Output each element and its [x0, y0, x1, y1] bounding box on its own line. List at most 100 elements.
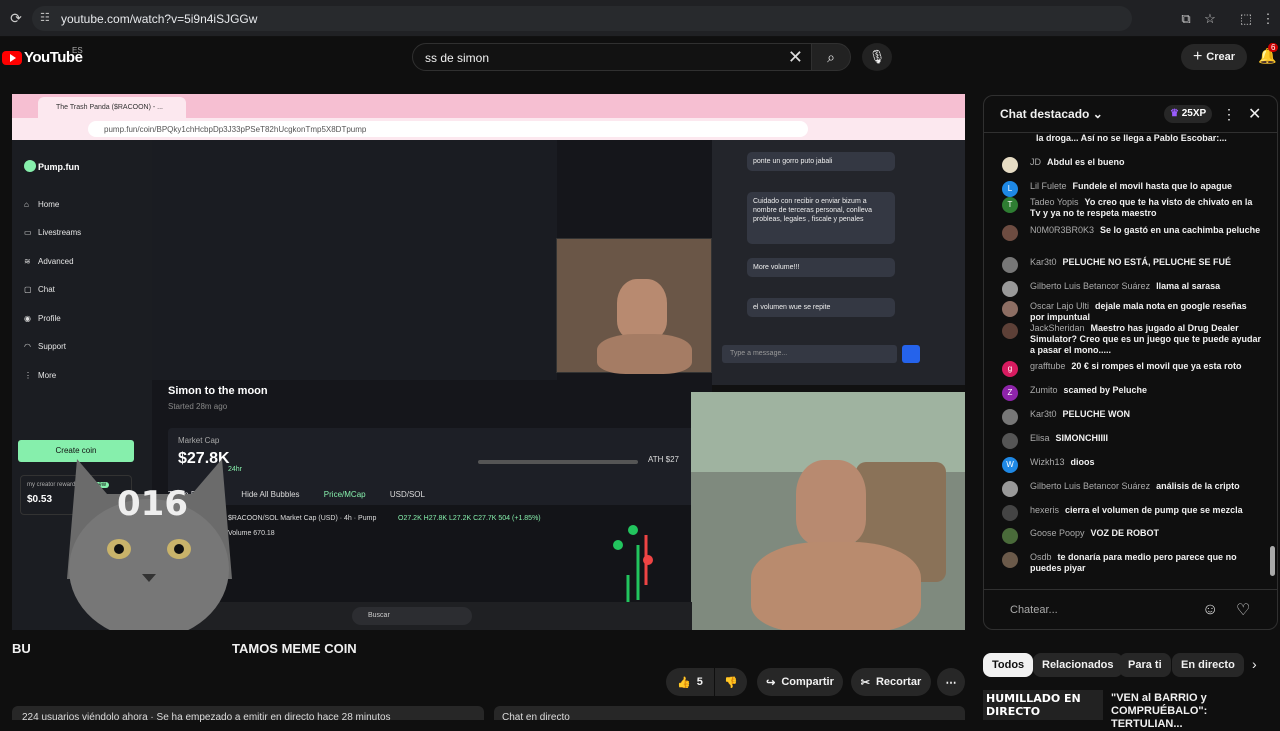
search-input[interactable]: ss de simon [425, 51, 489, 65]
chip-for-you[interactable]: Para ti [1119, 653, 1171, 677]
pf-nav-label: Profile [38, 314, 61, 323]
author-avatar[interactable] [1002, 552, 1018, 568]
dislike-button[interactable]: 👎 [715, 668, 747, 696]
author-name[interactable]: Oscar Lajo Ulti [1030, 301, 1089, 311]
clip-label: Recortar [875, 676, 922, 688]
chat-input[interactable]: Chatear... [1010, 604, 1058, 616]
reload-icon[interactable]: ⟳ [8, 10, 24, 26]
chat-message: g grafftube 20 € si rompes el movil que ya… [1002, 361, 1262, 377]
description-box[interactable]: 224 usuarios viéndolo ahora · Se ha empe… [12, 706, 484, 723]
description-text: 224 usuarios viéndolo ahora · Se ha empe… [22, 712, 391, 723]
author-name[interactable]: Tadeo Yopis [1030, 197, 1079, 207]
share-label: Compartir [781, 676, 834, 688]
author-name[interactable]: Wizkh13 [1030, 457, 1065, 467]
xp-badge[interactable]: ♛ 25XP [1164, 105, 1213, 123]
author-name[interactable]: hexeris [1030, 505, 1059, 515]
pf-nav-support: ◠ Support [24, 342, 144, 351]
chevron-right-icon[interactable]: › [1252, 656, 1257, 672]
thumbs-down-icon: 👎 [724, 676, 738, 689]
author-name[interactable]: Osdb [1030, 552, 1052, 562]
pf-nav-livestreams: ▭ Livestreams [24, 228, 144, 237]
author-avatar[interactable] [1002, 323, 1018, 339]
author-name[interactable]: Kar3t0 [1030, 409, 1057, 419]
stream-chat-text: ponte un gorro puto jabali [753, 158, 833, 165]
author-name[interactable]: N0M0R3BR0K3 [1030, 225, 1094, 235]
clip-button[interactable]: ✂ Recortar [851, 668, 931, 696]
pf-nav-label: Livestreams [38, 228, 82, 237]
tv-icon: ▭ [24, 228, 32, 237]
chat-message: T Tadeo Yopis Yo creo que te ha visto de c… [1002, 197, 1262, 219]
masthead: YouTube ES ss de simon ✕ ⌕ 🎙 + Crear 🔔 6 [0, 37, 1280, 77]
chat-menu-icon[interactable]: ⋮ [1222, 106, 1236, 123]
chip-all[interactable]: Todos [983, 653, 1034, 677]
chat-scrollbar[interactable] [1270, 546, 1275, 576]
stream-chat-panel: ponte un gorro puto jabali Cuidado con r… [712, 140, 965, 385]
author-name[interactable]: Gilberto Luis Betancor Suárez [1030, 481, 1150, 491]
chat-mode-dropdown[interactable]: Chat destacado ⌄ [1000, 107, 1103, 121]
related-title[interactable]: "VEN al BARRIO y COMPRUÉBALO": TERTULIAN… [1111, 692, 1271, 731]
heart-icon[interactable]: ♡ [1236, 600, 1250, 620]
chip-live[interactable]: En directo [1172, 653, 1244, 677]
author-avatar[interactable]: L [1002, 181, 1018, 197]
author-avatar[interactable]: W [1002, 457, 1018, 473]
install-app-icon[interactable]: ⧉ [1178, 11, 1194, 27]
author-name[interactable]: Elisa [1030, 433, 1050, 443]
author-avatar[interactable] [1002, 505, 1018, 521]
extensions-icon[interactable]: ⬚ [1238, 11, 1254, 27]
live-chat-box[interactable]: Chat en directo [494, 706, 965, 723]
stream-browser-tabs: The Trash Panda ($RACOON) - ... [12, 94, 965, 118]
streamer-figure [617, 279, 667, 339]
chat-title: Chat destacado [1000, 107, 1090, 121]
author-name[interactable]: Gilberto Luis Betancor Suárez [1030, 281, 1150, 291]
create-button[interactable]: + Crear [1181, 44, 1247, 70]
sliders-icon: ≋ [24, 257, 31, 266]
author-name[interactable]: Kar3t0 [1030, 257, 1057, 267]
chat-message: hexeris cierra el volumen de pump que se … [1002, 505, 1262, 521]
author-avatar[interactable] [1002, 301, 1018, 317]
author-avatar[interactable]: Z [1002, 385, 1018, 401]
chip-related[interactable]: Relacionados [1033, 653, 1123, 677]
author-avatar[interactable]: g [1002, 361, 1018, 377]
author-avatar[interactable] [1002, 157, 1018, 173]
menu-dots-icon[interactable]: ⋮ [1260, 11, 1276, 27]
bookmark-star-icon[interactable]: ☆ [1202, 11, 1218, 27]
author-avatar[interactable] [1002, 257, 1018, 273]
close-chat-icon[interactable]: ✕ [1248, 104, 1261, 124]
site-info-icon[interactable]: ☷ [40, 11, 54, 25]
message-text: 20 € si rompes el movil que ya esta roto [1071, 361, 1242, 371]
emoji-icon[interactable]: ☺ [1202, 601, 1218, 619]
voice-search-button[interactable]: 🎙 [862, 43, 892, 71]
chat-message: N0M0R3BR0K3 Se lo gastó en una cachimba p… [1002, 225, 1262, 241]
more-actions-button[interactable]: ⋯ [937, 668, 965, 696]
author-name[interactable]: Goose Poopy [1030, 528, 1085, 538]
share-button[interactable]: ↪ Compartir [757, 668, 843, 696]
author-name[interactable]: Lil Fulete [1030, 181, 1067, 191]
chat-message: Elisa SIMONCHIIII [1002, 433, 1262, 449]
related-thumbnail[interactable]: HUMILLADO EN DIRECTO [983, 690, 1103, 720]
author-name[interactable]: JD [1030, 157, 1041, 167]
search-box[interactable]: ss de simon ✕ [412, 43, 812, 71]
mcap-label: Market Cap [178, 436, 220, 445]
stream-chat-text: el volumen wue se repite [753, 304, 831, 311]
author-name[interactable]: JackSheridan [1030, 323, 1085, 333]
author-avatar[interactable] [1002, 433, 1018, 449]
streamer-body [751, 542, 921, 630]
author-avatar[interactable] [1002, 481, 1018, 497]
video-player[interactable]: The Trash Panda ($RACOON) - ... pump.fun… [12, 94, 965, 630]
address-text[interactable]: youtube.com/watch?v=5i9n4iSJGGw [61, 12, 257, 26]
notifications-button[interactable]: 🔔 6 [1258, 43, 1279, 65]
youtube-logo[interactable]: YouTube ES [2, 46, 83, 66]
author-avatar[interactable] [1002, 225, 1018, 241]
profile-icon: ◉ [24, 314, 31, 323]
like-button[interactable]: 👍 5 [666, 668, 714, 696]
author-avatar[interactable] [1002, 528, 1018, 544]
author-avatar[interactable] [1002, 409, 1018, 425]
xp-value: 25XP [1181, 108, 1207, 119]
author-name[interactable]: grafftube [1030, 361, 1065, 371]
live-chat: Chat destacado ⌄ ♛ 25XP ⋮ ✕ la droga... … [983, 95, 1278, 630]
search-button[interactable]: ⌕ [811, 43, 851, 71]
author-avatar[interactable]: T [1002, 197, 1018, 213]
author-name[interactable]: Zumito [1030, 385, 1058, 395]
clear-search-icon[interactable]: ✕ [788, 47, 803, 67]
author-avatar[interactable] [1002, 281, 1018, 297]
